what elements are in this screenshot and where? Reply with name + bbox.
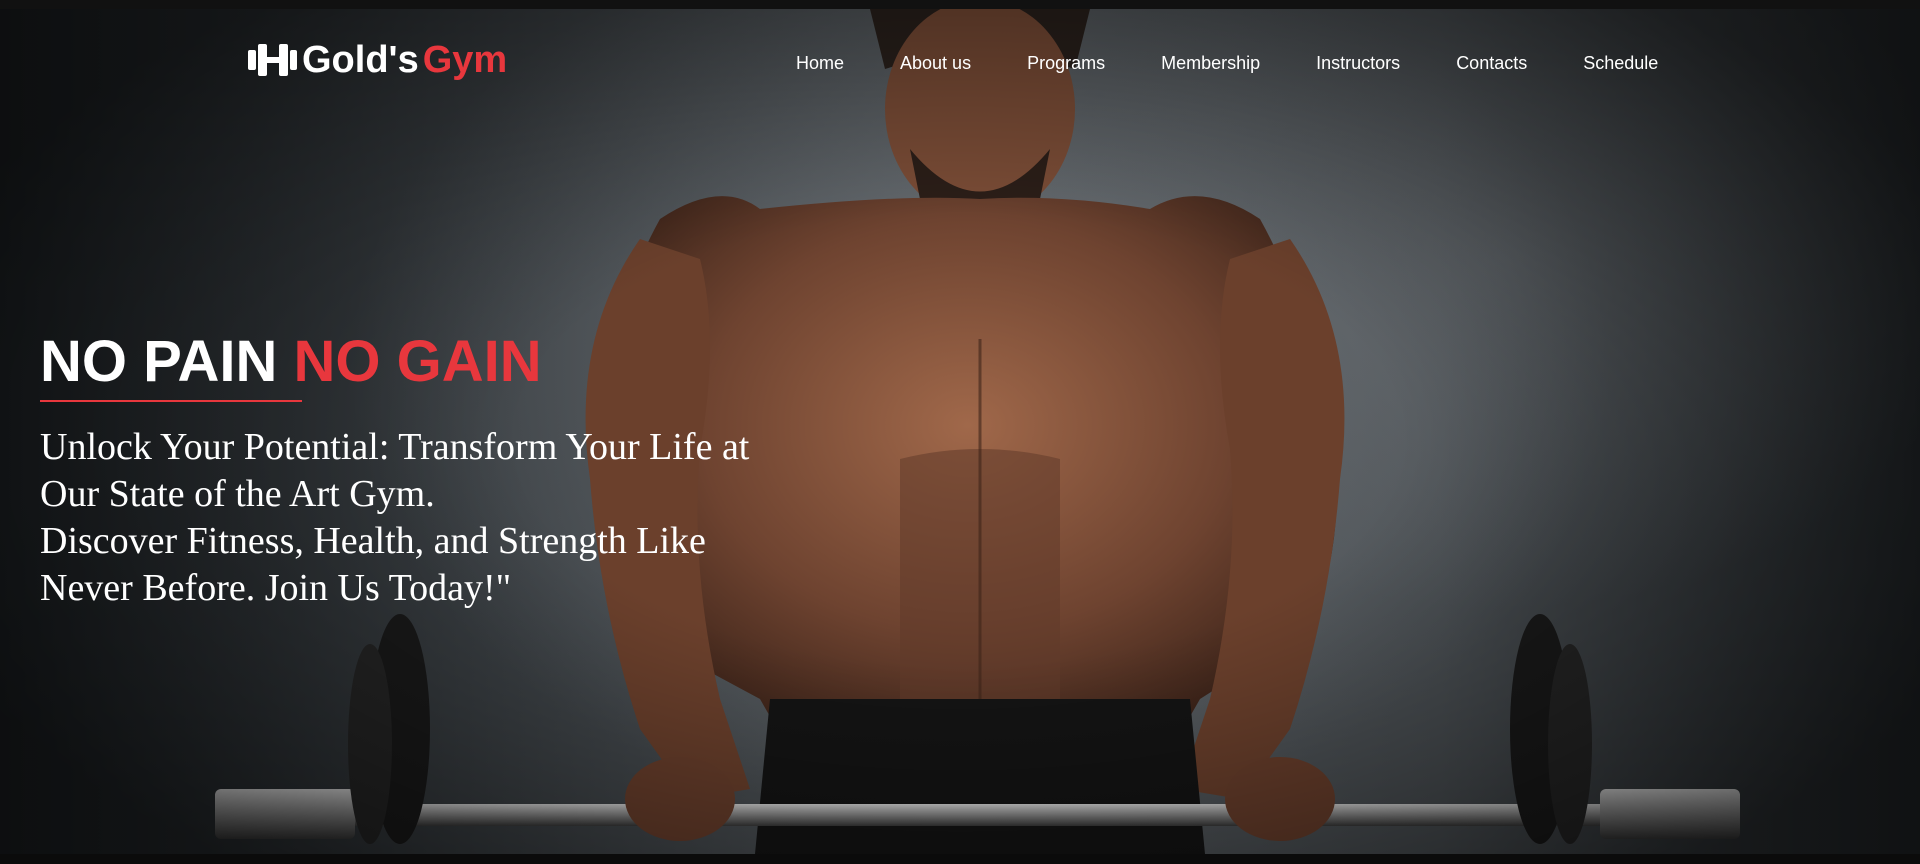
headline-white: NO PAIN	[40, 329, 278, 394]
headline-underline	[40, 400, 302, 402]
brand-name: Gold's	[302, 38, 419, 81]
main-nav: Home About us Programs Membership Instru…	[796, 53, 1714, 74]
nav-home[interactable]: Home	[796, 53, 844, 74]
tagline-line-1: Unlock Your Potential: Transform Your Li…	[40, 426, 750, 515]
nav-programs[interactable]: Programs	[1027, 53, 1105, 74]
nav-instructors[interactable]: Instructors	[1316, 53, 1400, 74]
bottom-border	[0, 854, 1920, 864]
headline-red: NO GAIN	[293, 329, 542, 394]
hero-headline: NO PAIN NO GAIN	[40, 330, 542, 394]
nav-membership[interactable]: Membership	[1161, 53, 1260, 74]
top-border	[0, 0, 1920, 9]
brand-logo[interactable]: Gold's Gym	[246, 35, 507, 85]
hero-tagline: Unlock Your Potential: Transform Your Li…	[40, 424, 800, 612]
tagline-line-2: Discover Fitness, Health, and Strength L…	[40, 520, 706, 609]
nav-about-us[interactable]: About us	[900, 53, 971, 74]
nav-contacts[interactable]: Contacts	[1456, 53, 1527, 74]
nav-schedule[interactable]: Schedule	[1583, 53, 1658, 74]
dumbbell-icon	[248, 44, 297, 76]
brand-name-accent: Gym	[422, 38, 508, 81]
